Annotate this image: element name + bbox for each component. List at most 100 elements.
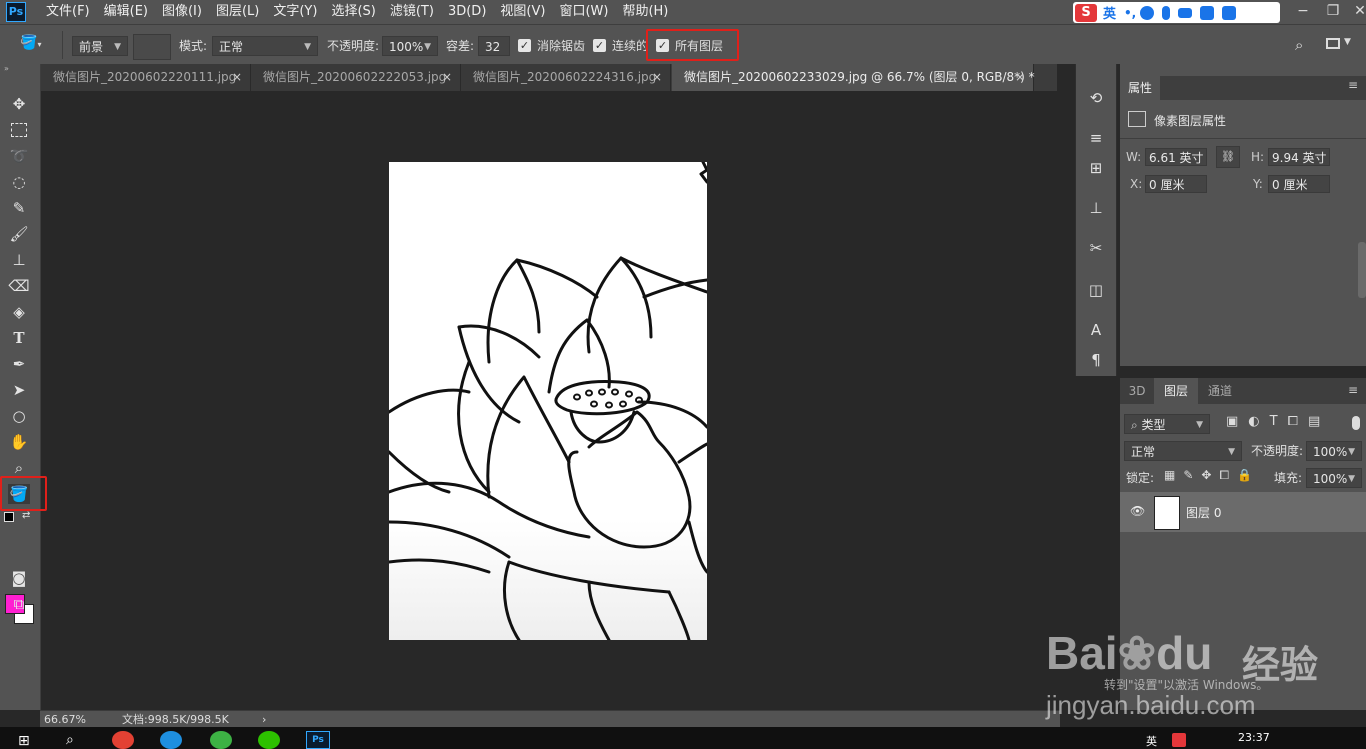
chrome-icon[interactable] [112, 731, 134, 749]
pattern-picker[interactable] [133, 34, 171, 60]
search-icon[interactable]: ⌕ [1295, 36, 1303, 54]
layer-row[interactable]: 👁 图层 0 [1120, 492, 1366, 532]
panel-menu-icon[interactable]: ≡ [1348, 383, 1358, 397]
workspace-icon[interactable] [1326, 38, 1340, 49]
brush-settings-icon[interactable]: ≡ [1086, 128, 1106, 148]
photoshop-taskbar-icon[interactable]: Ps [306, 731, 330, 749]
tab-channels[interactable]: 通道 [1198, 378, 1242, 404]
y-field[interactable]: 0 厘米 [1268, 175, 1330, 193]
menu-image[interactable]: 图像(I) [162, 0, 202, 24]
ellipse-tool-icon[interactable]: ○ [8, 406, 30, 426]
move-tool-icon[interactable]: ✥ [8, 94, 30, 114]
x-field[interactable]: 0 厘米 [1145, 175, 1207, 193]
chevron-down-icon[interactable]: ▼ [1344, 37, 1351, 47]
layer-filter-select[interactable]: ⌕ 类型 ▼ [1124, 414, 1210, 434]
character-icon[interactable]: A [1086, 320, 1106, 340]
scrollbar[interactable] [1358, 242, 1366, 298]
tolerance-input[interactable]: 32 [478, 36, 510, 56]
mode-select[interactable]: 正常 ▼ [212, 36, 318, 56]
default-colors-icon[interactable] [4, 512, 14, 522]
microphone-icon[interactable] [1162, 5, 1171, 20]
ime-language[interactable]: 英 [1103, 3, 1116, 22]
height-field[interactable]: 9.94 英寸 [1268, 148, 1330, 166]
tab-document-4-active[interactable]: 微信图片_20200602233029.jpg @ 66.7% (图层 0, R… [672, 64, 1035, 91]
close-icon[interactable]: × [232, 64, 242, 91]
hand-tool-icon[interactable]: ✋ [8, 432, 30, 452]
marquee-tool-icon[interactable] [8, 120, 30, 140]
paint-bucket-tool-icon[interactable]: 🪣 [8, 484, 30, 504]
collapse-icon[interactable]: » [4, 64, 9, 73]
libraries-icon[interactable]: ◫ [1086, 280, 1106, 300]
antialias-checkbox[interactable]: ✓ [518, 39, 531, 52]
restore-button[interactable]: ❐ [1318, 0, 1348, 24]
skin-icon[interactable] [1200, 5, 1215, 20]
lasso-tool-icon[interactable]: ➰ [8, 146, 30, 166]
tab-layers[interactable]: 图层 [1154, 378, 1198, 404]
sogou-tray-icon[interactable] [1172, 733, 1186, 747]
ime-toolbar[interactable]: S 英 •, [1073, 2, 1280, 23]
quick-selection-tool-icon[interactable]: ◌ [8, 172, 30, 192]
tab-document-1[interactable]: 微信图片_20200602220111.jpg × [41, 64, 251, 91]
clone-source-icon[interactable]: ⊥ [1086, 198, 1106, 218]
menu-edit[interactable]: 编辑(E) [104, 0, 148, 24]
stamp-tool-icon[interactable]: ⊥ [8, 250, 30, 270]
menu-3d[interactable]: 3D(D) [448, 0, 486, 24]
minimize-button[interactable]: − [1288, 0, 1318, 24]
menu-filter[interactable]: 滤镜(T) [390, 0, 434, 24]
eraser-tool-icon[interactable]: ⌫ [8, 276, 30, 296]
gradient-tool-icon[interactable]: ◈ [8, 302, 30, 322]
close-icon[interactable]: × [442, 64, 452, 91]
filter-toggle[interactable] [1352, 416, 1360, 430]
eyedropper-tool-icon[interactable]: ✎ [8, 198, 30, 218]
close-icon[interactable]: × [1015, 64, 1025, 91]
paragraph-icon[interactable]: ¶ [1086, 350, 1106, 370]
tab-document-2[interactable]: 微信图片_20200602222053.jpg × [251, 64, 461, 91]
clock[interactable]: 23:37 [1238, 731, 1270, 744]
tab-3d[interactable]: 3D [1120, 378, 1154, 404]
emoji-icon[interactable] [1140, 5, 1155, 20]
fill-source-select[interactable]: 前景 ▼ [72, 36, 128, 56]
menu-type[interactable]: 文字(Y) [273, 0, 317, 24]
lock-icons[interactable]: ▦✎✥⧠🔒 [1164, 468, 1260, 483]
zoom-level[interactable]: 66.67% [44, 711, 86, 728]
fill-input[interactable]: 100% ▼ [1306, 468, 1362, 488]
punctuation-icon[interactable]: •, [1124, 6, 1136, 20]
adjustments-icon[interactable]: ⊞ [1086, 158, 1106, 178]
opacity-input[interactable]: 100% ▼ [382, 36, 438, 56]
menu-layer[interactable]: 图层(L) [216, 0, 259, 24]
close-window-button[interactable]: ✕ [1345, 0, 1366, 24]
pen-tool-icon[interactable]: ✒ [8, 354, 30, 374]
document-canvas[interactable] [389, 162, 707, 640]
menu-help[interactable]: 帮助(H) [622, 0, 668, 24]
status-menu-arrow[interactable]: › [262, 711, 266, 728]
layer-filter-icons[interactable]: ▣◐T⧠▤ [1226, 414, 1330, 429]
link-icon[interactable]: ⛓ [1216, 146, 1240, 168]
properties-tab[interactable]: 属性 [1120, 76, 1160, 100]
menu-select[interactable]: 选择(S) [331, 0, 375, 24]
path-selection-tool-icon[interactable]: ➤ [8, 380, 30, 400]
paint-bucket-preset-icon[interactable]: 🪣▾ [20, 35, 50, 55]
swap-colors-icon[interactable]: ⇄ [22, 510, 30, 521]
kugou-icon[interactable] [160, 731, 182, 749]
tool-presets-icon[interactable]: ✂ [1086, 238, 1106, 258]
menu-window[interactable]: 窗口(W) [559, 0, 608, 24]
blend-mode-select[interactable]: 正常 ▼ [1124, 441, 1242, 461]
menu-view[interactable]: 视图(V) [500, 0, 545, 24]
screen-mode-icon[interactable]: ⧉ [8, 594, 30, 614]
menu-file[interactable]: 文件(F) [46, 0, 90, 24]
quick-mask-icon[interactable]: ◙ [8, 568, 30, 588]
all-layers-checkbox[interactable]: ✓ [656, 39, 669, 52]
width-field[interactable]: 6.61 英寸 [1145, 148, 1207, 166]
windows-start-icon[interactable]: ⊞ [18, 733, 30, 749]
keyboard-icon[interactable] [1178, 7, 1193, 18]
eye-icon[interactable]: 👁 [1130, 504, 1145, 518]
wechat-icon[interactable] [258, 731, 280, 749]
contiguous-checkbox[interactable]: ✓ [593, 39, 606, 52]
panel-menu-icon[interactable]: ≡ [1348, 78, 1358, 92]
brush-tool-icon[interactable]: 🖌 [8, 224, 30, 244]
search-icon[interactable]: ⌕ [66, 732, 74, 748]
layer-opacity-input[interactable]: 100% ▼ [1306, 441, 1362, 461]
toolbox-icon[interactable] [1222, 5, 1237, 20]
taskbar-language[interactable]: 英 [1146, 733, 1157, 749]
green-app-icon[interactable] [210, 731, 232, 749]
